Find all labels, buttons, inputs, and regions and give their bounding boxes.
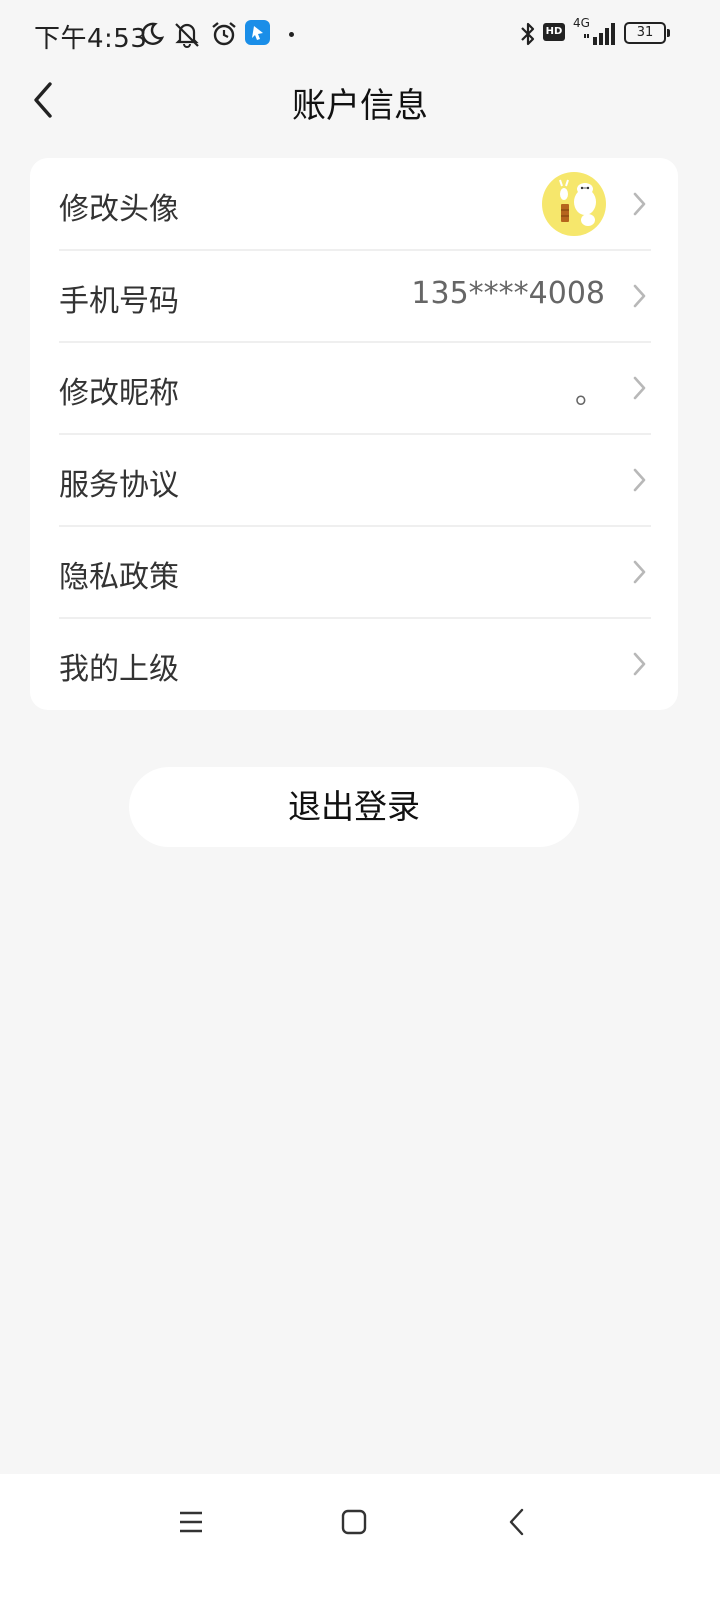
hd-icon: HD	[543, 23, 565, 41]
row-label: 手机号码	[59, 284, 179, 319]
chevron-right-icon	[633, 468, 646, 492]
back-icon	[509, 1508, 524, 1536]
screen: 下午4:53 HD 4G 31 账户信息 修改头像 手机号码 135****40…	[0, 0, 720, 1600]
system-nav-bar	[0, 1474, 720, 1600]
battery-icon: 31	[624, 22, 666, 44]
moon-icon	[141, 22, 165, 45]
status-bar: 下午4:53 HD 4G 31	[0, 0, 720, 70]
chevron-right-icon	[633, 376, 646, 400]
logout-button[interactable]: 退出登录	[129, 767, 579, 847]
row-edit-avatar[interactable]: 修改头像	[59, 158, 651, 250]
chevron-right-icon	[633, 192, 646, 216]
home-icon	[341, 1509, 367, 1535]
row-privacy-policy[interactable]: 隐私政策	[59, 526, 651, 618]
menu-icon	[180, 1511, 202, 1533]
row-edit-nickname[interactable]: 修改昵称 。	[59, 342, 651, 434]
row-label: 修改头像	[59, 192, 179, 227]
header: 账户信息	[0, 70, 720, 130]
alarm-icon	[212, 22, 236, 46]
row-label: 修改昵称	[59, 376, 179, 411]
chevron-right-icon	[633, 652, 646, 676]
page-title: 账户信息	[292, 86, 428, 126]
bell-off-icon	[175, 23, 199, 48]
menu-button[interactable]	[171, 1502, 211, 1542]
notification-dot	[289, 32, 294, 37]
signal-icon	[584, 23, 615, 45]
row-label: 我的上级	[59, 652, 179, 687]
account-settings-card: 修改头像 手机号码 135****4008 修改昵称 。 服务协议 隐私政策 我…	[30, 158, 678, 710]
chevron-right-icon	[633, 284, 646, 308]
battery-tip	[667, 29, 670, 37]
bluetooth-icon	[521, 22, 535, 46]
system-back-button[interactable]	[497, 1502, 537, 1542]
row-service-agreement[interactable]: 服务协议	[59, 434, 651, 526]
row-my-superior[interactable]: 我的上级	[59, 618, 651, 710]
avatar	[542, 172, 606, 236]
chevron-right-icon	[633, 560, 646, 584]
row-phone-number[interactable]: 手机号码 135****4008	[59, 250, 651, 342]
app-notification-icon	[245, 20, 270, 45]
row-label: 隐私政策	[59, 560, 179, 595]
status-time: 下午4:53	[34, 24, 148, 54]
nickname-value: 。	[575, 376, 605, 411]
phone-number-value: 135****4008	[411, 276, 605, 311]
row-label: 服务协议	[59, 468, 179, 503]
home-button[interactable]	[334, 1502, 374, 1542]
